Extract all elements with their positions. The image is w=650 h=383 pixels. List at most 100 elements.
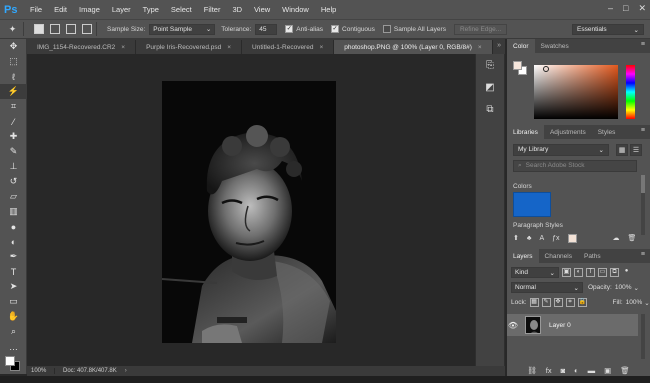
move-icon[interactable]: ✥ xyxy=(0,39,27,54)
menu-filter[interactable]: Filter xyxy=(198,5,227,14)
anti-alias-checkbox[interactable]: ✓ xyxy=(285,25,294,33)
new-selection-icon[interactable] xyxy=(34,24,44,34)
chevron-down-icon[interactable]: ⌄ xyxy=(644,299,649,307)
properties-panel-icon[interactable]: ◩ xyxy=(476,76,504,98)
tab-adjustments[interactable]: Adjustments xyxy=(544,125,592,139)
filter-shape-icon[interactable]: ▭ xyxy=(598,268,607,277)
tab-photoshop-png[interactable]: photoshop.PNG @ 100% (Layer 0, RGB/8#) × xyxy=(334,40,493,54)
tab-paths[interactable]: Paths xyxy=(578,249,607,263)
magic-wand-preset-icon[interactable]: ✦ xyxy=(6,23,19,35)
panel-menu-icon[interactable]: ≡ xyxy=(641,41,645,48)
menu-3d[interactable]: 3D xyxy=(226,5,248,14)
tab-purple-iris[interactable]: Purple Iris-Recovered.psd × xyxy=(136,40,243,54)
menu-edit[interactable]: Edit xyxy=(48,5,73,14)
scrollbar-thumb[interactable] xyxy=(641,175,645,193)
grid-view-icon[interactable]: ▦ xyxy=(616,144,628,156)
refine-edge-button[interactable]: Refine Edge... xyxy=(453,23,508,35)
color-swatches[interactable] xyxy=(0,354,26,378)
filter-smart-object-icon[interactable]: ⧉ xyxy=(610,268,619,277)
adjustment-layer-icon[interactable]: ◐ xyxy=(574,366,579,375)
lock-transparent-icon[interactable]: ▦ xyxy=(529,298,539,307)
lock-image-icon[interactable]: ✎ xyxy=(541,298,551,307)
close-icon[interactable]: ✕ xyxy=(638,3,646,14)
tab-swatches[interactable]: Swatches xyxy=(535,39,575,53)
chevron-right-icon[interactable]: › xyxy=(125,368,127,374)
add-color-icon[interactable] xyxy=(567,233,577,243)
filter-toggle-icon[interactable]: ● xyxy=(622,268,631,277)
menu-view[interactable]: View xyxy=(248,5,276,14)
menu-window[interactable]: Window xyxy=(276,5,315,14)
magic-wand-icon[interactable]: ⚡ xyxy=(0,84,27,99)
lock-position-icon[interactable]: ✥ xyxy=(553,298,563,307)
pen-icon[interactable]: ✒ xyxy=(0,249,27,264)
document-image[interactable] xyxy=(162,81,336,343)
layer-mask-icon[interactable]: ◙ xyxy=(561,366,566,375)
panel-menu-icon[interactable]: ≡ xyxy=(641,251,645,258)
dodge-icon[interactable]: ◐ xyxy=(0,234,27,249)
close-icon[interactable]: × xyxy=(478,44,482,51)
layers-scrollbar[interactable] xyxy=(641,314,645,359)
canvas-area[interactable] xyxy=(27,54,475,366)
lock-all-icon[interactable]: 🔒 xyxy=(577,298,587,307)
blend-mode-select[interactable]: Normal ⌄ xyxy=(511,282,583,293)
panel-menu-icon[interactable]: ≡ xyxy=(641,127,645,134)
arrange-panel-icon[interactable]: ⧉ xyxy=(476,98,504,120)
tab-untitled-1[interactable]: Untitled-1-Recovered × xyxy=(242,40,335,54)
path-selection-icon[interactable]: ➤ xyxy=(0,279,27,294)
filter-type-icon[interactable]: T xyxy=(586,268,595,277)
link-layers-icon[interactable]: ⛓ xyxy=(527,366,537,375)
library-scrollbar[interactable] xyxy=(641,175,645,235)
menu-layer[interactable]: Layer xyxy=(106,5,137,14)
close-icon[interactable]: × xyxy=(121,44,125,51)
new-group-icon[interactable]: ▬ xyxy=(588,366,596,375)
delete-layer-icon[interactable]: 🗑 xyxy=(620,366,630,375)
close-icon[interactable]: × xyxy=(227,44,231,51)
menu-select[interactable]: Select xyxy=(165,5,198,14)
lasso-icon[interactable]: ℓ xyxy=(0,69,27,84)
rectangle-icon[interactable]: ▭ xyxy=(0,294,27,309)
history-panel-icon[interactable]: ⎘ xyxy=(476,54,504,76)
library-color-swatch[interactable] xyxy=(513,192,551,217)
sample-size-select[interactable]: Point Sample ⌄ xyxy=(149,23,216,35)
hue-slider[interactable] xyxy=(626,65,635,119)
tab-libraries[interactable]: Libraries xyxy=(507,125,544,139)
menu-image[interactable]: Image xyxy=(73,5,106,14)
zoom-icon[interactable]: ⌕ xyxy=(0,324,27,339)
sample-all-layers-checkbox[interactable] xyxy=(382,25,391,33)
layer-row[interactable]: 👁 Layer 0 xyxy=(507,314,638,336)
filter-kind-select[interactable]: Kind ⌄ xyxy=(511,267,559,278)
mini-foreground-color[interactable] xyxy=(513,61,522,70)
lock-artboard-icon[interactable]: ⌗ xyxy=(565,298,575,307)
menu-help[interactable]: Help xyxy=(315,5,342,14)
add-content-icon[interactable]: ⬆ xyxy=(513,234,519,242)
filter-pixel-icon[interactable]: ▣ xyxy=(562,268,571,277)
fill-input[interactable]: 100% xyxy=(626,299,643,306)
clone-stamp-icon[interactable]: ⊥ xyxy=(0,159,27,174)
more-tools-icon[interactable]: … xyxy=(0,339,27,354)
gradient-icon[interactable]: ▥ xyxy=(0,204,27,219)
library-select[interactable]: My Library ⌄ xyxy=(513,144,609,156)
list-view-icon[interactable]: ☰ xyxy=(630,144,642,156)
visibility-eye-icon[interactable]: 👁 xyxy=(507,321,519,330)
creative-cloud-icon[interactable]: ☁ xyxy=(613,234,620,242)
healing-brush-icon[interactable]: ✚ xyxy=(0,129,27,144)
add-character-style-icon[interactable]: A xyxy=(539,235,544,242)
eyedropper-icon[interactable]: ⁄ xyxy=(0,114,27,129)
add-graphic-icon[interactable]: ♣ xyxy=(527,235,532,242)
foreground-color[interactable] xyxy=(5,356,15,366)
hand-icon[interactable]: ✋ xyxy=(0,309,27,324)
chevron-down-icon[interactable]: ⌄ xyxy=(633,284,638,292)
tab-layers[interactable]: Layers xyxy=(507,249,539,263)
menu-file[interactable]: File xyxy=(24,5,48,14)
tabs-overflow-icon[interactable]: » xyxy=(497,42,501,49)
trash-icon[interactable]: 🗑 xyxy=(628,234,637,242)
intersect-selection-icon[interactable] xyxy=(82,24,92,34)
minimize-icon[interactable]: – xyxy=(608,3,613,14)
brush-icon[interactable]: ✎ xyxy=(0,144,27,159)
marquee-icon[interactable]: ⬚ xyxy=(0,54,27,69)
history-brush-icon[interactable]: ↺ xyxy=(0,174,27,189)
maximize-icon[interactable]: □ xyxy=(623,3,628,14)
eraser-icon[interactable]: ▱ xyxy=(0,189,27,204)
tolerance-input[interactable]: 45 xyxy=(255,23,278,35)
zoom-level[interactable]: 100% xyxy=(27,368,55,374)
